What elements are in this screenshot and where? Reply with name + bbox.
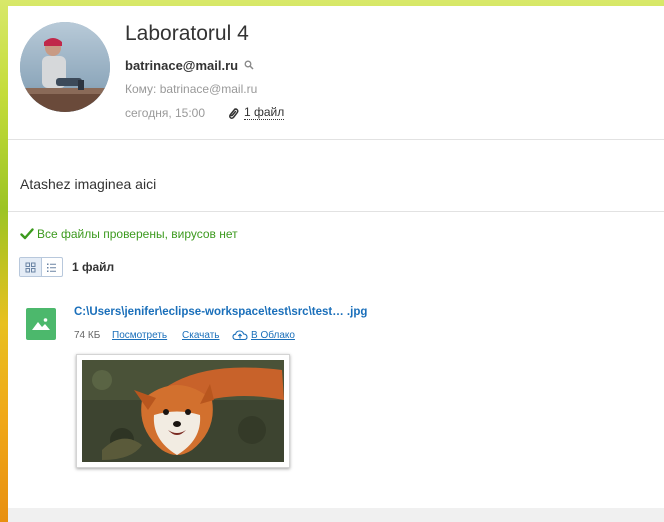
sender-email[interactable]: batrinace@mail.ru [125,58,238,73]
image-file-icon[interactable] [26,308,56,340]
paperclip-icon[interactable] [227,106,239,120]
fox-illustration [82,360,284,462]
grid-view-button[interactable] [20,258,41,276]
virus-check-status: Все файлы проверены, вирусов нет [20,227,238,241]
message-date: сегодня, 15:00 [125,106,206,120]
attachments-link[interactable]: 1 файл [244,105,285,120]
view-mode-toggle [19,257,63,277]
grid-icon [25,262,36,272]
sender-avatar[interactable] [20,22,110,112]
email-subject: Laboratorul 4 [125,22,249,45]
checkmark-icon [20,228,34,240]
list-view-button[interactable] [40,258,63,276]
attachment-filename[interactable]: C:\Users\jenifer\eclipse-workspace\test\… [74,306,367,318]
panel-footer [8,508,664,522]
view-attachment-link[interactable]: Посмотреть [112,330,167,341]
message-body: Atashez imaginea aici [20,176,157,192]
attachment-size: 74 КБ [74,330,101,341]
recipient: Кому: batrinace@mail.ru [125,82,258,96]
search-icon[interactable] [244,60,254,70]
virus-check-text: Все файлы проверены, вирусов нет [37,227,238,241]
attachment-thumbnail[interactable] [76,354,290,468]
image-icon [32,318,50,330]
download-attachment-link[interactable]: Скачать [182,330,220,341]
save-to-cloud-link[interactable]: В Облако [251,330,295,341]
cloud-upload-icon[interactable] [232,329,248,341]
fox-photo [82,360,284,462]
avatar-photo [20,22,110,112]
list-icon [47,263,57,272]
header-divider [8,139,664,140]
attachments-count: 1 файл [72,260,115,274]
email-view: Laboratorul 4 batrinace@mail.ru Кому: ba… [8,6,664,522]
body-divider [8,211,664,212]
